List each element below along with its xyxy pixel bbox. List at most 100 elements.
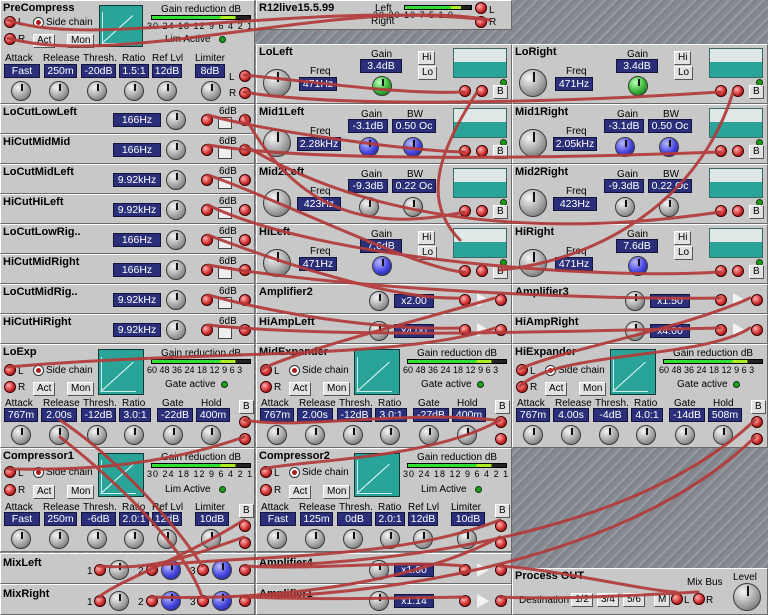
ratio-value[interactable]: 1.5:1 [119, 64, 149, 78]
freq-knob[interactable] [263, 189, 291, 217]
input-port-l[interactable] [516, 364, 528, 376]
input-port-r[interactable] [516, 381, 528, 393]
output-port[interactable] [239, 595, 251, 607]
output-port[interactable] [239, 144, 251, 156]
output-port[interactable] [239, 174, 251, 186]
freq-value[interactable]: 423Hz [297, 197, 341, 211]
cutoff-value[interactable]: 166Hz [113, 113, 161, 127]
input-port-r[interactable] [4, 33, 16, 45]
output-port-l[interactable] [239, 520, 251, 532]
output-port-r[interactable] [495, 433, 507, 445]
gain-value[interactable]: -3.1dB [348, 119, 388, 133]
input-port-r[interactable] [475, 16, 487, 28]
input-port[interactable] [201, 174, 213, 186]
filter-shape-icon[interactable] [218, 117, 232, 129]
freq-knob[interactable] [263, 129, 291, 157]
hold-value[interactable]: 400m [452, 408, 486, 422]
act-button[interactable]: Act [289, 382, 312, 396]
input-port[interactable] [459, 294, 471, 306]
input-port-l[interactable] [260, 466, 272, 478]
act-button[interactable]: Act [33, 382, 56, 396]
output-port[interactable] [476, 145, 488, 157]
output-port-l[interactable] [495, 416, 507, 428]
output-port[interactable] [239, 264, 251, 276]
input-port[interactable] [201, 294, 213, 306]
output-port[interactable] [476, 85, 488, 97]
act-button[interactable]: Act [33, 34, 56, 48]
input-port-l[interactable] [260, 364, 272, 376]
release-knob[interactable] [305, 425, 325, 445]
gain-value[interactable]: 7.6dB [616, 239, 658, 253]
attack-value[interactable]: 767m [516, 408, 550, 422]
mon-button[interactable]: Mon [67, 34, 95, 48]
freq-value[interactable]: 2.05kHz [553, 137, 597, 151]
bypass-button[interactable]: B [239, 400, 254, 414]
attack-knob[interactable] [11, 529, 31, 549]
output-port[interactable] [239, 564, 251, 576]
gain-knob[interactable] [369, 591, 389, 611]
gain-knob[interactable] [359, 197, 379, 217]
input-port-l[interactable] [4, 466, 16, 478]
destination-3-4-button[interactable]: 3/4 [597, 593, 619, 607]
output-port[interactable] [495, 595, 507, 607]
release-knob[interactable] [49, 81, 69, 101]
mix-level-knob-2[interactable] [161, 591, 181, 611]
ref-lvl-knob[interactable] [157, 529, 177, 549]
input-port[interactable] [715, 324, 727, 336]
thresh-knob[interactable] [343, 529, 363, 549]
output-port-r[interactable] [239, 537, 251, 549]
cutoff-value[interactable]: 9.92kHz [113, 293, 161, 307]
cutoff-knob[interactable] [166, 170, 186, 190]
ref-lvl-knob[interactable] [413, 529, 433, 549]
attack-knob[interactable] [267, 529, 287, 549]
side-chain-radio[interactable] [289, 365, 300, 376]
act-button[interactable]: Act [289, 485, 312, 499]
thresh-knob[interactable] [87, 529, 107, 549]
hold-knob[interactable] [713, 425, 733, 445]
hold-knob[interactable] [457, 425, 477, 445]
bw-value[interactable]: 0.50 Oc [392, 119, 436, 133]
hi-shelf-button[interactable]: Hi [418, 51, 436, 65]
mon-button[interactable]: Mon [323, 485, 351, 499]
side-chain-radio[interactable] [545, 365, 556, 376]
ratio-knob[interactable] [124, 425, 144, 445]
ratio-value[interactable]: 2.0:1 [375, 512, 405, 526]
gain-value[interactable]: x4.00 [650, 324, 690, 338]
thresh-knob[interactable] [343, 425, 363, 445]
output-port[interactable] [239, 324, 251, 336]
hi-shelf-button[interactable]: Hi [674, 231, 692, 245]
thresh-knob[interactable] [87, 425, 107, 445]
mon-button[interactable]: Mon [323, 382, 351, 396]
release-value[interactable]: 125m [300, 512, 333, 526]
hold-value[interactable]: 400m [196, 408, 230, 422]
attack-value[interactable]: Fast [260, 512, 296, 526]
release-value[interactable]: 250m [44, 512, 77, 526]
freq-value[interactable]: 471Hz [555, 257, 593, 271]
release-knob[interactable] [49, 425, 69, 445]
gain-knob[interactable] [625, 321, 645, 341]
output-port[interactable] [495, 564, 507, 576]
limiter-knob[interactable] [201, 81, 221, 101]
gate-knob[interactable] [675, 425, 695, 445]
output-port[interactable] [495, 324, 507, 336]
input-port[interactable] [459, 85, 471, 97]
bw-value[interactable]: 0.50 Oc [648, 119, 692, 133]
gain-value[interactable]: x4.00 [394, 324, 434, 338]
output-port-l[interactable] [239, 70, 251, 82]
freq-knob[interactable] [519, 129, 547, 157]
input-port[interactable] [459, 595, 471, 607]
attack-value[interactable]: Fast [4, 64, 40, 78]
gain-knob[interactable] [628, 256, 648, 276]
hi-shelf-button[interactable]: Hi [418, 231, 436, 245]
filter-shape-icon[interactable] [218, 267, 232, 279]
cutoff-knob[interactable] [166, 200, 186, 220]
output-port[interactable] [239, 114, 251, 126]
bw-knob[interactable] [659, 137, 679, 157]
output-port-l[interactable] [751, 416, 763, 428]
gain-knob[interactable] [615, 137, 635, 157]
bypass-button[interactable]: B [239, 504, 254, 518]
gain-knob[interactable] [369, 291, 389, 311]
level-knob[interactable] [733, 583, 761, 611]
gain-knob[interactable] [369, 321, 389, 341]
freq-value[interactable]: 471Hz [299, 257, 337, 271]
